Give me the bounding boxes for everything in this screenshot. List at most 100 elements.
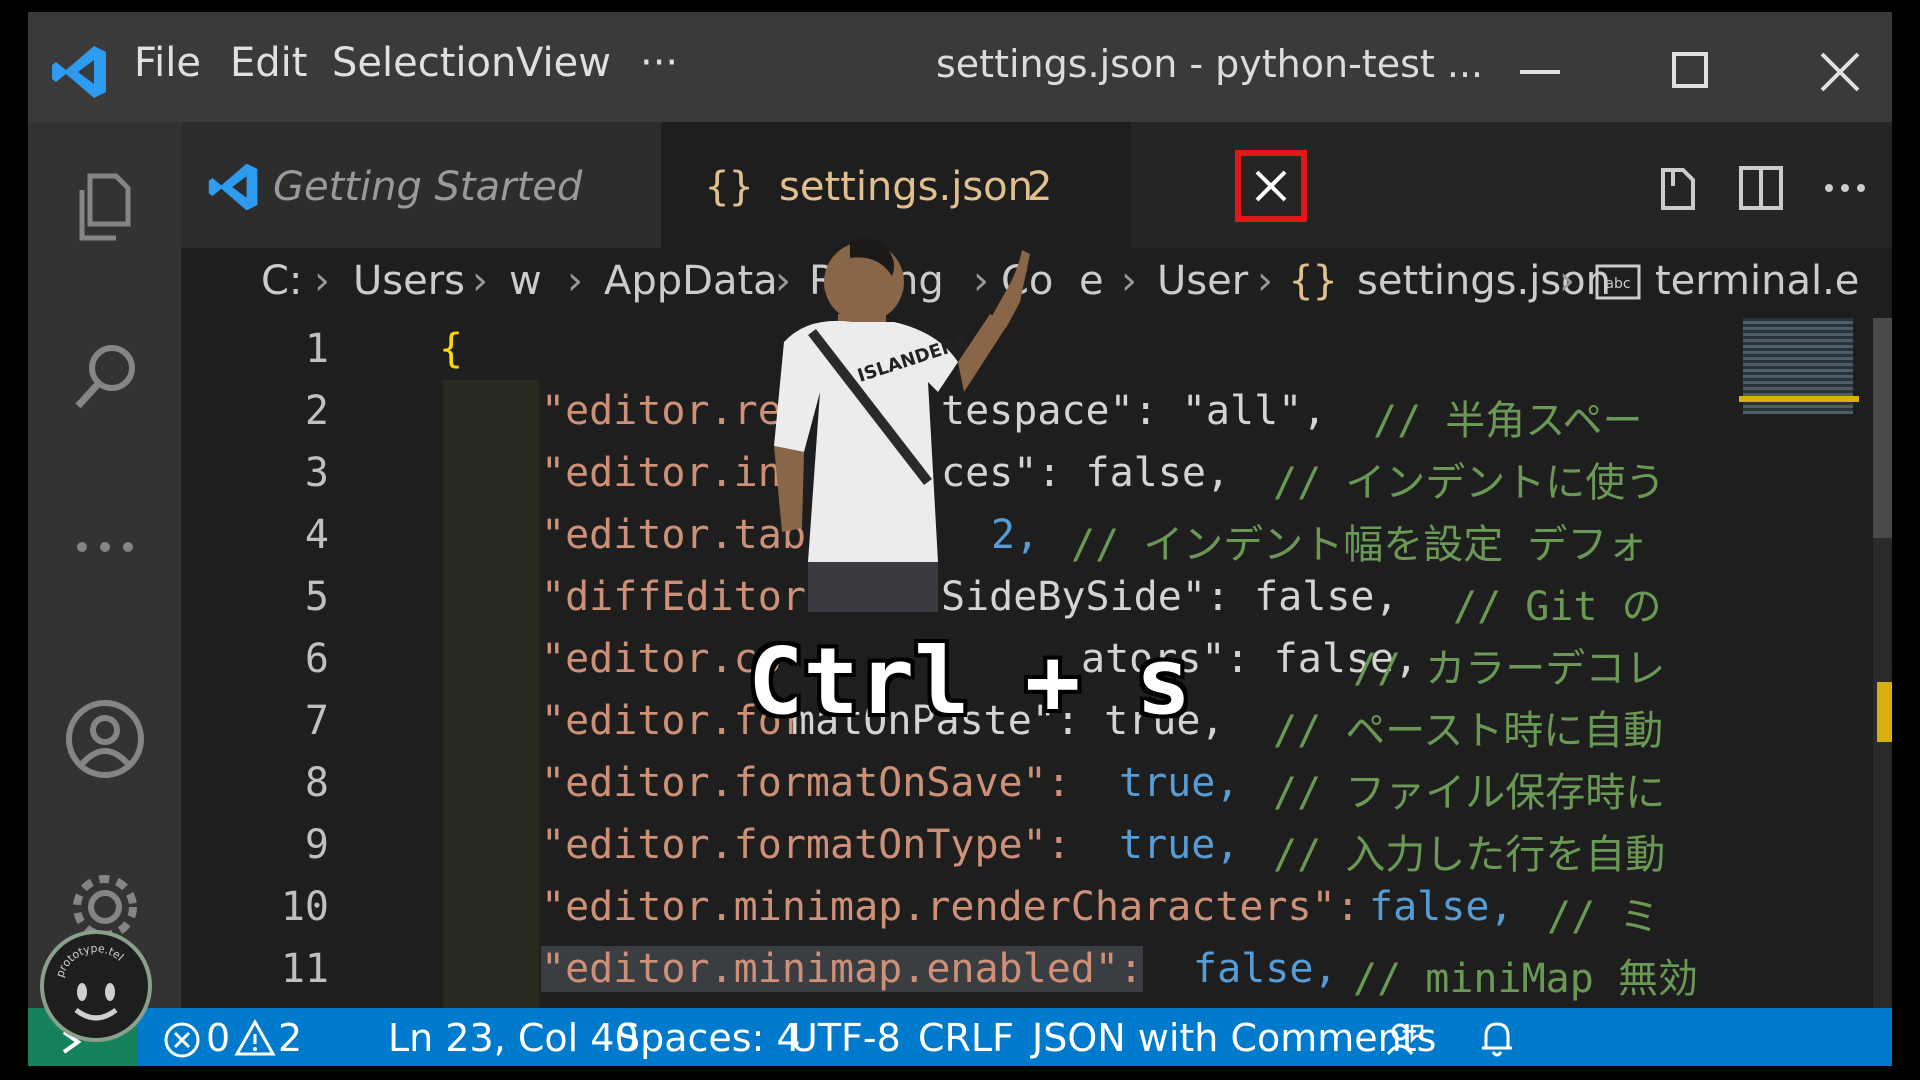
svg-text:abc: abc	[1605, 276, 1630, 292]
code-comment: // インデントに使う	[1273, 460, 1666, 506]
breadcrumb-item[interactable]: terminal.e	[1655, 258, 1859, 304]
menu-view[interactable]: View	[516, 40, 611, 86]
code-key: "editor.formatOnType":	[541, 822, 1071, 868]
warning-count[interactable]: 2	[278, 1016, 302, 1060]
code-value: false,	[1193, 946, 1338, 992]
line-number: 8	[304, 760, 329, 806]
code-text: {	[439, 326, 464, 372]
code-key: "editor.minimap.renderCharacters":	[541, 884, 1360, 930]
tab-settings-json[interactable]: {} settings.json 2	[661, 122, 1131, 248]
error-count[interactable]: 0	[206, 1016, 230, 1060]
close-tab-highlight[interactable]	[1235, 150, 1307, 222]
code-key: "editor.formatOnSave":	[541, 760, 1071, 806]
smiley-icon: prototype.tel	[53, 942, 126, 1021]
menu-edit[interactable]: Edit	[230, 40, 307, 86]
channel-watermark-logo: prototype.tel	[40, 930, 152, 1042]
status-bar: 0 2 Ln 23, Col 40 Spaces: 4 UTF-8 CRLF J…	[28, 1008, 1892, 1066]
search-icon[interactable]	[60, 332, 150, 422]
scrollbar-thumb[interactable]	[1873, 318, 1892, 538]
chevron-right-icon: ›	[314, 258, 330, 304]
code-line[interactable]: 11 "editor.minimap.enabled": false, // m…	[181, 946, 1741, 1008]
chevron-right-icon: ›	[1121, 258, 1137, 304]
line-number: 10	[280, 884, 329, 930]
line-number: 9	[304, 822, 329, 868]
breadcrumb-item[interactable]: AppData	[604, 258, 778, 304]
close-icon[interactable]	[1251, 166, 1291, 206]
notifications-bell-icon[interactable]	[1476, 1018, 1518, 1060]
line-number: 1	[304, 326, 329, 372]
code-line[interactable]: 10 "editor.minimap.renderCharacters": fa…	[181, 884, 1741, 946]
warning-icon[interactable]	[234, 1018, 276, 1060]
line-number: 11	[280, 946, 329, 992]
line-number: 6	[304, 636, 329, 682]
code-comment: // miniMap 無効	[1353, 956, 1698, 1002]
json-braces-icon: {}	[1289, 258, 1338, 304]
cursor-position[interactable]: Ln 23, Col 40	[388, 1016, 639, 1060]
tab-label: settings.json	[779, 164, 1034, 210]
encoding[interactable]: UTF-8	[790, 1016, 901, 1060]
close-window-icon[interactable]	[1810, 42, 1870, 102]
code-key: "editor.minimap.enabled":	[541, 946, 1144, 992]
window-title: settings.json - python-test ...	[936, 42, 1484, 86]
code-value: true,	[1119, 822, 1240, 868]
menu-file[interactable]: File	[134, 40, 201, 86]
code-line[interactable]: 8 "editor.formatOnSave": true, // ファイル保存…	[181, 760, 1741, 822]
activity-bar	[28, 122, 181, 1008]
minimize-icon[interactable]	[1510, 42, 1570, 102]
code-value: false,	[1369, 884, 1514, 930]
split-editor-icon[interactable]	[1733, 160, 1789, 216]
code-key: "editor.tab	[541, 512, 806, 558]
error-icon[interactable]	[162, 1020, 202, 1060]
title-bar: File Edit Selection View ··· settings.js…	[28, 12, 1892, 122]
tab-getting-started[interactable]: Getting Started	[181, 122, 661, 248]
scrollbar-warning-marker	[1877, 682, 1892, 742]
account-icon[interactable]	[60, 694, 150, 784]
breadcrumb-item[interactable]: C:	[261, 258, 302, 304]
minimap[interactable]	[1739, 318, 1859, 1008]
chevron-right-icon: ›	[567, 258, 583, 304]
open-changes-icon[interactable]	[1649, 160, 1705, 216]
breadcrumb-item[interactable]: User	[1157, 258, 1248, 304]
presenter-cutout-image: ISLANDERS	[774, 237, 1030, 612]
line-number: 2	[304, 388, 329, 434]
code-line[interactable]: 9 "editor.formatOnType": true, // 入力した行を…	[181, 822, 1741, 884]
menu-more[interactable]: ···	[640, 40, 678, 86]
maximize-icon[interactable]	[1660, 42, 1720, 102]
line-number: 3	[304, 450, 329, 496]
json-braces-icon: {}	[705, 164, 754, 210]
breadcrumb-item[interactable]: Users	[353, 258, 465, 304]
line-number: 5	[304, 574, 329, 620]
chevron-right-icon: ›	[472, 258, 488, 304]
indentation[interactable]: Spaces: 4	[616, 1016, 801, 1060]
watermark-text: prototype.tel	[53, 942, 126, 979]
svg-text:prototype.tel: prototype.tel	[53, 942, 126, 979]
scrollbar[interactable]	[1873, 318, 1892, 1008]
code-key: "editor.co	[541, 636, 782, 682]
menu-selection[interactable]: Selection	[332, 40, 516, 86]
vscode-logo-icon	[208, 163, 258, 211]
code-value: true,	[1119, 760, 1240, 806]
vscode-logo-icon	[52, 46, 106, 98]
language-mode[interactable]: JSON with Comments	[1032, 1016, 1436, 1060]
minimap-highlight	[1739, 396, 1859, 402]
code-key: "editor.ren	[541, 388, 806, 434]
more-views-icon[interactable]	[60, 502, 150, 592]
feedback-icon[interactable]	[1384, 1018, 1426, 1060]
code-comment: // ミ	[1547, 894, 1660, 940]
tab-bar: Getting Started {} settings.json 2	[181, 122, 1892, 248]
keyboard-shortcut-caption: Ctrl + s	[748, 628, 1192, 735]
code-comment: // 入力した行を自動	[1273, 832, 1666, 878]
code-comment: // ファイル保存時に	[1273, 770, 1666, 816]
breadcrumb-item[interactable]: w	[509, 258, 542, 304]
chevron-right-icon: ›	[1257, 258, 1273, 304]
more-actions-icon[interactable]	[1817, 160, 1873, 216]
line-number: 4	[304, 512, 329, 558]
line-endings[interactable]: CRLF	[918, 1016, 1014, 1060]
explorer-files-icon[interactable]	[60, 162, 150, 252]
code-comment: // カラーデコレ	[1353, 646, 1666, 692]
code-comment: // インデント幅を設定 デフォ	[1071, 522, 1648, 568]
code-key: "editor.ins	[541, 450, 806, 496]
problem-count-badge: 2	[1027, 164, 1053, 210]
code-comment: // Git の	[1453, 584, 1662, 630]
tab-label: Getting Started	[273, 164, 583, 210]
